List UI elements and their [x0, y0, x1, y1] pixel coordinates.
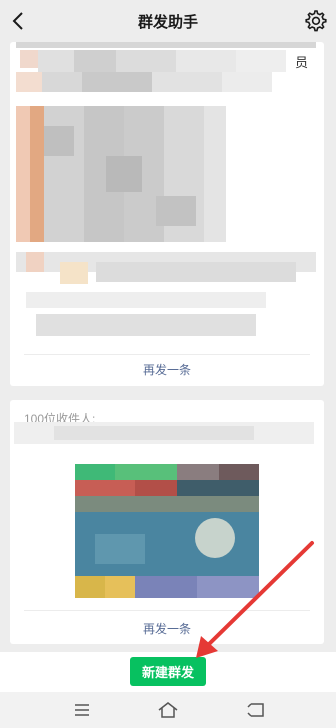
back-icon[interactable]	[244, 698, 268, 722]
message-text-fragment: 员	[294, 55, 308, 70]
divider	[24, 354, 310, 355]
page-title: 群发助手	[137, 14, 198, 31]
system-navigation-bar	[0, 692, 336, 728]
settings-button[interactable]	[300, 6, 330, 36]
bottom-action-bar: 新建群发	[0, 652, 336, 692]
blurred-image-attachment[interactable]	[75, 464, 259, 598]
home-icon[interactable]	[156, 698, 180, 722]
broadcast-message-card: 100位收件人: 再发一条	[10, 400, 324, 644]
menu-icon[interactable]	[70, 698, 94, 722]
top-bar: 群发助手	[0, 0, 336, 42]
blurred-text-content	[16, 252, 316, 344]
divider	[24, 610, 310, 611]
blurred-image-content	[16, 106, 226, 242]
blurred-text-content	[14, 422, 314, 444]
gear-icon	[305, 10, 327, 32]
new-broadcast-button[interactable]: 新建群发	[130, 657, 206, 686]
blurred-text-content	[16, 42, 316, 102]
resend-button[interactable]: 再发一条	[10, 361, 324, 378]
broadcast-message-card: 员 再发一条	[10, 42, 324, 386]
resend-button[interactable]: 再发一条	[10, 620, 324, 637]
